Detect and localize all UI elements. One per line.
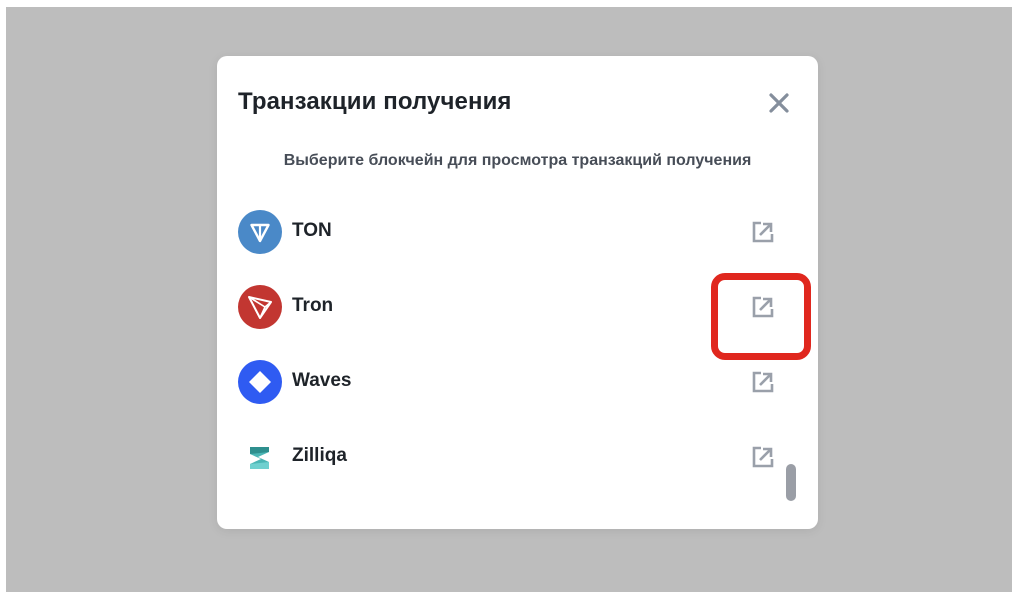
scrollbar-thumb[interactable] <box>786 464 796 501</box>
blockchain-label: Tron <box>292 295 334 316</box>
receive-transactions-modal: Транзакции получения Выберите блокчейн д… <box>217 56 818 529</box>
modal-subtitle: Выберите блокчейн для просмотра транзакц… <box>283 152 752 169</box>
zilliqa-logo-icon <box>250 447 269 469</box>
external-link-icon[interactable] <box>750 444 776 470</box>
blockchain-item-waves[interactable]: Waves <box>217 353 818 413</box>
tron-logo-icon <box>238 285 282 329</box>
blockchain-item-tron[interactable]: Tron <box>217 278 818 338</box>
external-link-icon[interactable] <box>750 219 776 245</box>
waves-logo-icon <box>238 360 282 404</box>
external-link-icon[interactable] <box>750 369 776 395</box>
blockchain-item-zilliqa[interactable]: Zilliqa <box>217 428 818 488</box>
external-link-icon[interactable] <box>750 294 776 320</box>
modal-title: Транзакции получения <box>238 88 512 115</box>
close-icon[interactable] <box>765 89 793 117</box>
ton-logo-icon <box>238 210 282 254</box>
blockchain-label: Waves <box>292 370 352 391</box>
blockchain-label: Zilliqa <box>292 445 347 466</box>
blockchain-label: TON <box>292 220 332 241</box>
blockchain-item-ton[interactable]: TON <box>217 203 818 263</box>
